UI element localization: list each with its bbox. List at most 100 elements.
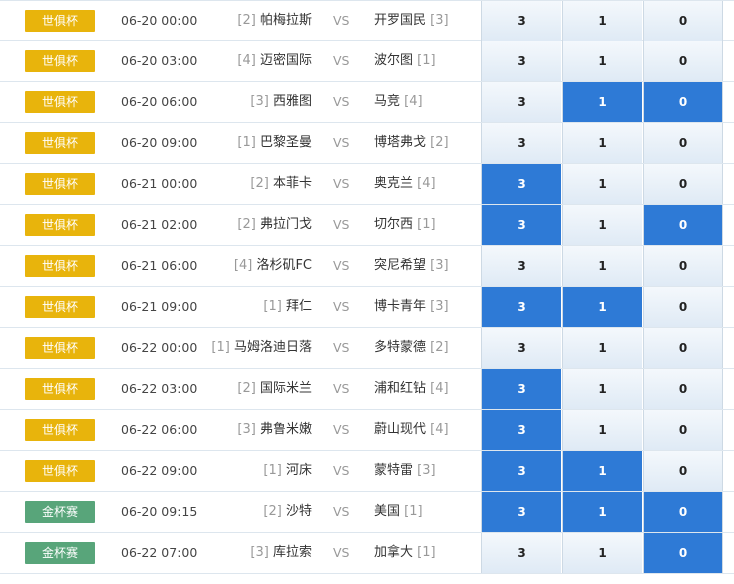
odds-win-button[interactable]: 3 [481, 82, 561, 122]
odds-win-button[interactable]: 3 [481, 410, 561, 450]
league-badge[interactable]: 世俱杯 [25, 460, 95, 482]
odds-win-button[interactable]: 3 [481, 41, 561, 81]
odds-draw-button[interactable]: 1 [562, 451, 642, 491]
odds-loss-button[interactable]: 0 [643, 328, 723, 368]
odds-draw-button[interactable]: 1 [562, 328, 642, 368]
odds-loss-button[interactable]: 0 [643, 410, 723, 450]
home-team[interactable]: [3] 弗鲁米嫩 [237, 410, 312, 450]
home-team[interactable]: [4] 洛杉矶FC [234, 246, 312, 286]
home-rank: [4] [237, 53, 256, 68]
odds-loss-button[interactable]: 0 [643, 1, 723, 41]
match-table: 世俱杯 06-20 00:00 [2] 帕梅拉斯 VS 开罗国民 [3] 3 1 0 世俱杯 06… [0, 0, 734, 574]
odds-draw-button[interactable]: 1 [562, 287, 642, 327]
away-team[interactable]: 蔚山现代 [4] [374, 410, 449, 450]
odds-loss-button[interactable]: 0 [643, 492, 723, 532]
away-team[interactable]: 切尔西 [1] [374, 205, 436, 245]
home-team[interactable]: [2] 沙特 [263, 492, 312, 532]
odds-loss-button[interactable]: 0 [643, 205, 723, 245]
odds-loss-button[interactable]: 0 [643, 246, 723, 286]
home-team[interactable]: [3] 库拉索 [250, 533, 312, 573]
away-team[interactable]: 开罗国民 [3] [374, 1, 449, 41]
odds-win-button[interactable]: 3 [481, 533, 561, 573]
odds-win-button[interactable]: 3 [481, 164, 561, 204]
odds-draw-button[interactable]: 1 [562, 533, 642, 573]
home-rank: [2] [237, 13, 256, 28]
odds-win-button[interactable]: 3 [481, 328, 561, 368]
odds-loss-button[interactable]: 0 [643, 82, 723, 122]
odds-win-button[interactable]: 3 [481, 287, 561, 327]
table-row: 世俱杯 06-22 06:00 [3] 弗鲁米嫩 VS 蔚山现代 [4] 3 1 0 [0, 410, 734, 451]
odds-draw-button[interactable]: 1 [562, 246, 642, 286]
home-team[interactable]: [2] 帕梅拉斯 [237, 1, 312, 41]
home-team[interactable]: [4] 迈密国际 [237, 41, 312, 81]
league-badge[interactable]: 世俱杯 [25, 214, 95, 236]
odds-loss-button[interactable]: 0 [643, 123, 723, 163]
away-team-name: 多特蒙德 [374, 340, 427, 355]
odds-draw-button[interactable]: 1 [562, 82, 642, 122]
odds-draw-button[interactable]: 1 [562, 492, 642, 532]
table-row: 世俱杯 06-20 03:00 [4] 迈密国际 VS 波尔图 [1] 3 1 0 [0, 41, 734, 82]
home-team[interactable]: [1] 巴黎圣曼 [237, 123, 312, 163]
odds-draw-button[interactable]: 1 [562, 164, 642, 204]
away-team[interactable]: 蒙特雷 [3] [374, 451, 436, 491]
home-rank: [1] [263, 299, 282, 314]
home-rank: [3] [250, 545, 269, 560]
league-badge[interactable]: 世俱杯 [25, 296, 95, 318]
home-team[interactable]: [1] 马姆洛迪日落 [211, 328, 312, 368]
league-badge[interactable]: 世俱杯 [25, 132, 95, 154]
away-team[interactable]: 马竞 [4] [374, 82, 423, 122]
league-badge[interactable]: 世俱杯 [25, 337, 95, 359]
odds-draw-button[interactable]: 1 [562, 410, 642, 450]
away-team-name: 美国 [374, 504, 401, 519]
league-badge[interactable]: 世俱杯 [25, 50, 95, 72]
home-team[interactable]: [3] 西雅图 [250, 82, 312, 122]
league-badge[interactable]: 世俱杯 [25, 10, 95, 32]
odds-win-button[interactable]: 3 [481, 451, 561, 491]
away-rank: [4] [430, 422, 449, 437]
league-badge[interactable]: 世俱杯 [25, 378, 95, 400]
away-team[interactable]: 波尔图 [1] [374, 41, 436, 81]
odds-loss-button[interactable]: 0 [643, 451, 723, 491]
home-team[interactable]: [2] 本菲卡 [250, 164, 312, 204]
home-team[interactable]: [1] 河床 [263, 451, 312, 491]
odds-win-button[interactable]: 3 [481, 246, 561, 286]
away-team[interactable]: 美国 [1] [374, 492, 423, 532]
odds-loss-button[interactable]: 0 [643, 369, 723, 409]
odds-win-button[interactable]: 3 [481, 123, 561, 163]
table-row: 世俱杯 06-20 09:00 [1] 巴黎圣曼 VS 博塔弗戈 [2] 3 1 0 [0, 123, 734, 164]
odds-draw-button[interactable]: 1 [562, 1, 642, 41]
table-row: 世俱杯 06-21 00:00 [2] 本菲卡 VS 奥克兰 [4] 3 1 0 [0, 164, 734, 205]
league-badge[interactable]: 金杯赛 [25, 542, 95, 564]
away-team[interactable]: 突尼希望 [3] [374, 246, 449, 286]
odds-loss-button[interactable]: 0 [643, 287, 723, 327]
odds-win-button[interactable]: 3 [481, 1, 561, 41]
odds-win-button[interactable]: 3 [481, 492, 561, 532]
odds-win-button[interactable]: 3 [481, 205, 561, 245]
home-rank: [1] [237, 135, 256, 150]
league-badge[interactable]: 世俱杯 [25, 173, 95, 195]
odds-loss-button[interactable]: 0 [643, 533, 723, 573]
odds-win-button[interactable]: 3 [481, 369, 561, 409]
vs-label: VS [333, 135, 350, 150]
odds-loss-button[interactable]: 0 [643, 164, 723, 204]
away-team[interactable]: 博塔弗戈 [2] [374, 123, 449, 163]
away-team[interactable]: 奥克兰 [4] [374, 164, 436, 204]
odds-draw-button[interactable]: 1 [562, 205, 642, 245]
home-team[interactable]: [2] 弗拉门戈 [237, 205, 312, 245]
league-badge[interactable]: 世俱杯 [25, 419, 95, 441]
odds-draw-button[interactable]: 1 [562, 369, 642, 409]
table-row: 世俱杯 06-22 03:00 [2] 国际米兰 VS 浦和红钻 [4] 3 1 0 [0, 369, 734, 410]
odds-draw-button[interactable]: 1 [562, 123, 642, 163]
away-team[interactable]: 博卡青年 [3] [374, 287, 449, 327]
away-team[interactable]: 多特蒙德 [2] [374, 328, 449, 368]
league-badge[interactable]: 金杯赛 [25, 501, 95, 523]
home-team[interactable]: [1] 拜仁 [263, 287, 312, 327]
odds-draw-button[interactable]: 1 [562, 41, 642, 81]
away-team[interactable]: 加拿大 [1] [374, 533, 436, 573]
away-team[interactable]: 浦和红钻 [4] [374, 369, 449, 409]
home-team[interactable]: [2] 国际米兰 [237, 369, 312, 409]
league-badge[interactable]: 世俱杯 [25, 255, 95, 277]
odds-loss-button[interactable]: 0 [643, 41, 723, 81]
match-time: 06-20 03:00 [121, 53, 198, 68]
league-badge[interactable]: 世俱杯 [25, 91, 95, 113]
